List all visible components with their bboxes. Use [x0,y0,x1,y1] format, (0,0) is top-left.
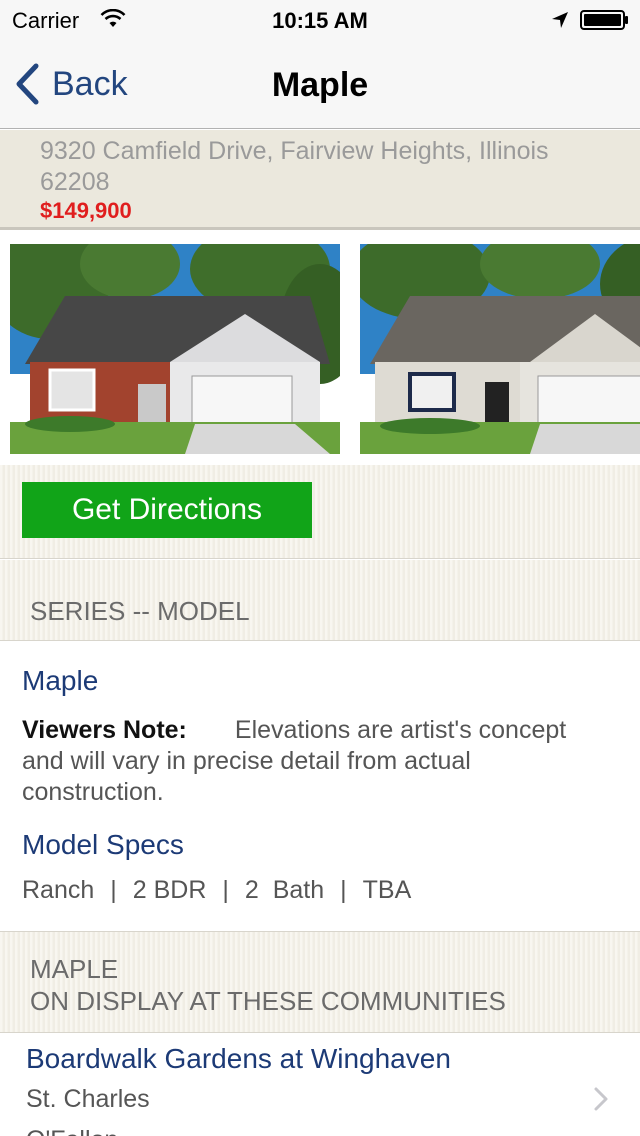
get-directions-button[interactable]: Get Directions [22,482,312,538]
model-details-card: Maple Viewers Note: Elevations are artist… [0,641,640,931]
status-bar: Carrier 10:15 AM [0,0,640,40]
viewers-note: Viewers Note: Elevations are artist's con… [22,715,582,808]
spec-bathrooms: 2 Bath [244,876,325,904]
communities-header-line2: ON DISPLAY AT THESE COMMUNITIES [30,986,506,1016]
spec-bedrooms: 2 BDR [132,876,207,904]
listing-address: 9320 Camfield Drive, Fairview Heights, I… [40,137,549,196]
spec-divider: | [340,876,347,904]
viewers-note-label: Viewers Note: [22,716,187,744]
photo-gallery[interactable] [0,233,640,465]
model-specs: Ranch | 2 BDR | 2 Bath | TBA [22,876,411,905]
communities-header-line1: MAPLE [30,954,119,984]
spec-divider: | [222,876,229,904]
spec-style: Ranch [22,876,95,904]
communities-section-header: MAPLE ON DISPLAY AT THESE COMMUNITIES [0,931,640,1033]
communities-header-label: MAPLE ON DISPLAY AT THESE COMMUNITIES [30,953,506,1017]
community-name: Boardwalk Gardens at Winghaven [26,1043,451,1074]
spec-divider: | [110,876,117,904]
chevron-right-icon [594,1087,608,1111]
clock: 10:15 AM [272,8,368,33]
directions-area: Get Directions [0,465,640,559]
series-section-header: SERIES -- MODEL [0,560,640,641]
community-city: St. Charles [26,1085,150,1113]
navigation-bar: Back Maple [0,40,640,129]
model-specs-heading: Model Specs [22,829,184,860]
community-list: Boardwalk Gardens at Winghaven St. Charl… [0,1033,640,1136]
page-title: Maple [271,66,369,104]
series-header-label: SERIES -- MODEL [30,596,250,626]
community-list-item[interactable]: Boardwalk Gardens at Winghaven St. Charl… [0,1033,640,1136]
listing-price: $149,900 [40,198,132,223]
location-arrow-icon [552,12,568,28]
house-photo-siding[interactable] [360,244,640,454]
listing-header: 9320 Camfield Drive, Fairview Heights, I… [0,130,640,230]
battery-icon [580,10,628,30]
community-city-secondary: O'Fallon [26,1126,118,1136]
model-name: Maple [22,665,99,696]
spec-sqft: TBA [362,876,412,904]
house-photo-brick[interactable] [10,244,340,454]
